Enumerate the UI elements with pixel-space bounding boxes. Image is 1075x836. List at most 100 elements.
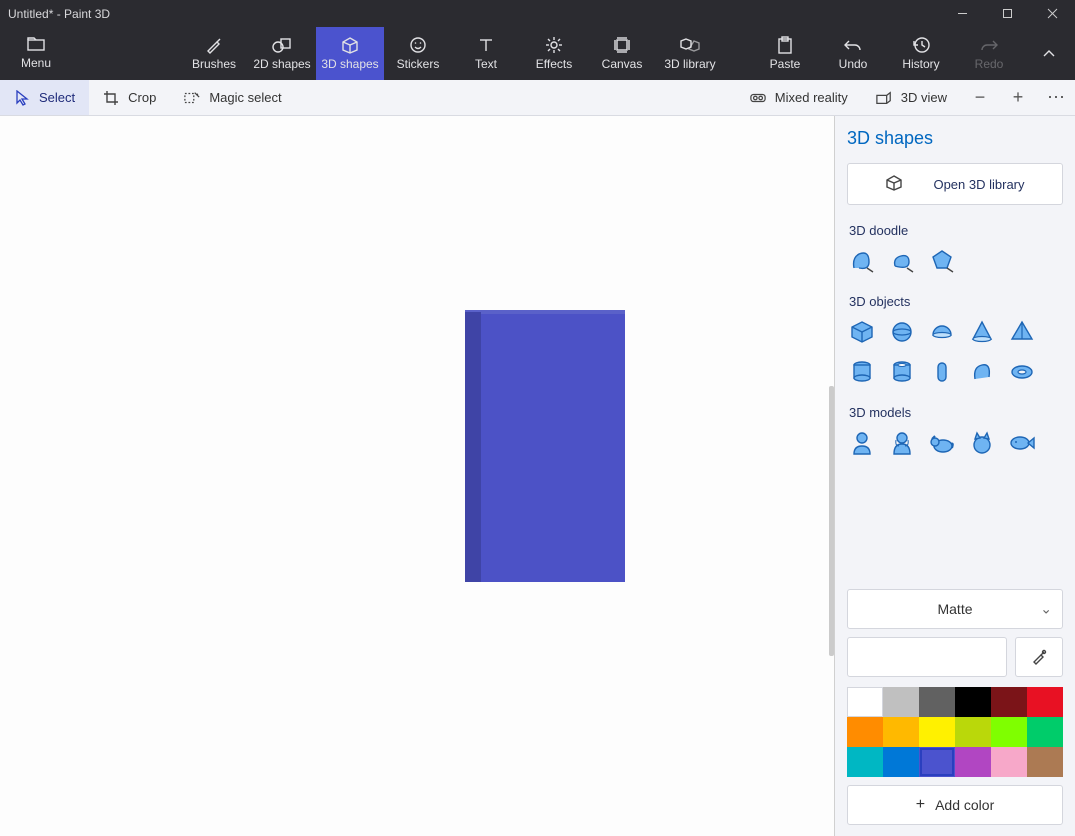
ribbon-tab-effects[interactable]: Effects — [520, 27, 588, 80]
ribbon-tab-text[interactable]: Text — [452, 27, 520, 80]
zoom-in-button[interactable]: + — [999, 80, 1037, 115]
3d-models-grid — [847, 428, 1063, 458]
stickers-icon — [409, 36, 427, 54]
object-hemisphere-button[interactable] — [927, 317, 957, 347]
model-fish-button[interactable] — [1007, 428, 1037, 458]
undo-icon — [843, 36, 863, 54]
section-title-3d-objects: 3D objects — [849, 294, 1063, 309]
title-bar: Untitled* - Paint 3D — [0, 0, 1075, 27]
object-sphere-button[interactable] — [887, 317, 917, 347]
ribbon-label: Stickers — [397, 57, 440, 71]
shapes-2d-icon — [272, 36, 292, 54]
color-swatch[interactable] — [1027, 687, 1063, 717]
3d-view-icon — [876, 90, 892, 106]
doodle-tube-button[interactable] — [927, 246, 957, 276]
ribbon-tab-3d-library[interactable]: 3D library — [656, 27, 724, 80]
plus-icon: + — [916, 796, 925, 814]
3d-view-button[interactable]: 3D view — [862, 80, 961, 115]
window-title: Untitled* - Paint 3D — [8, 7, 110, 21]
eyedropper-button[interactable] — [1015, 637, 1063, 677]
ribbon-collapse-button[interactable] — [1023, 27, 1075, 80]
magic-select-button[interactable]: Magic select — [170, 80, 295, 115]
color-swatch[interactable] — [919, 747, 955, 777]
open-3d-library-button[interactable]: Open 3D library — [847, 163, 1063, 205]
add-color-label: Add color — [935, 797, 994, 813]
ribbon-history-button[interactable]: History — [887, 27, 955, 80]
3d-doodle-grid — [847, 246, 1063, 276]
ribbon-undo-button[interactable]: Undo — [819, 27, 887, 80]
color-swatch[interactable] — [847, 747, 883, 777]
menu-button[interactable]: Menu — [0, 27, 72, 80]
more-options-button[interactable]: ⋯ — [1037, 80, 1075, 115]
window-controls — [940, 0, 1075, 27]
ribbon-tab-stickers[interactable]: Stickers — [384, 27, 452, 80]
ribbon-tab-canvas[interactable]: Canvas — [588, 27, 656, 80]
brush-icon — [205, 36, 223, 54]
text-icon — [477, 36, 495, 54]
current-color-row — [847, 637, 1063, 677]
object-cone-button[interactable] — [967, 317, 997, 347]
window-close-button[interactable] — [1030, 0, 1075, 27]
model-man-button[interactable] — [847, 428, 877, 458]
ribbon-paste-button[interactable]: Paste — [751, 27, 819, 80]
color-swatch[interactable] — [883, 717, 919, 747]
side-panel: 3D shapes Open 3D library 3D doodle 3D o… — [835, 116, 1075, 836]
ribbon-redo-button[interactable]: Redo — [955, 27, 1023, 80]
canvas[interactable] — [0, 116, 835, 836]
crop-tool-button[interactable]: Crop — [89, 80, 170, 115]
color-swatch[interactable] — [955, 687, 991, 717]
color-swatch[interactable] — [919, 717, 955, 747]
section-title-3d-doodle: 3D doodle — [849, 223, 1063, 238]
color-swatch[interactable] — [955, 747, 991, 777]
ribbon-label: Undo — [839, 57, 868, 71]
color-swatch[interactable] — [847, 717, 883, 747]
ribbon-tab-brushes[interactable]: Brushes — [180, 27, 248, 80]
ribbon-label: History — [902, 57, 939, 71]
model-dog-button[interactable] — [927, 428, 957, 458]
model-cat-button[interactable] — [967, 428, 997, 458]
ribbon-label: Brushes — [192, 57, 236, 71]
color-swatch[interactable] — [847, 687, 883, 717]
canvas-scrollbar[interactable] — [829, 386, 834, 656]
3d-view-label: 3D view — [901, 90, 947, 105]
canvas-3d-cube-shape[interactable] — [465, 310, 625, 582]
object-cube-button[interactable] — [847, 317, 877, 347]
paste-icon — [777, 36, 793, 54]
color-swatch[interactable] — [991, 747, 1027, 777]
history-icon — [912, 36, 930, 54]
object-capsule-button[interactable] — [927, 357, 957, 387]
ribbon: Menu Brushes 2D shapes 3D shapes Sticker — [0, 27, 1075, 80]
window-maximize-button[interactable] — [985, 0, 1030, 27]
color-swatch[interactable] — [955, 717, 991, 747]
ribbon-label: 2D shapes — [253, 57, 310, 71]
ribbon-label: 3D shapes — [321, 57, 378, 71]
magic-select-icon — [184, 90, 200, 106]
object-cylinder-button[interactable] — [847, 357, 877, 387]
object-curved-cylinder-button[interactable] — [967, 357, 997, 387]
magic-select-label: Magic select — [209, 90, 281, 105]
current-color-swatch[interactable] — [847, 637, 1007, 677]
color-swatch[interactable] — [919, 687, 955, 717]
zoom-out-button[interactable]: − — [961, 80, 999, 115]
color-swatch[interactable] — [991, 687, 1027, 717]
model-woman-button[interactable] — [887, 428, 917, 458]
ribbon-tab-2d-shapes[interactable]: 2D shapes — [248, 27, 316, 80]
window-minimize-button[interactable] — [940, 0, 985, 27]
color-swatch[interactable] — [1027, 717, 1063, 747]
add-color-button[interactable]: + Add color — [847, 785, 1063, 825]
ribbon-tab-3d-shapes[interactable]: 3D shapes — [316, 27, 384, 80]
doodle-sharp-edge-button[interactable] — [847, 246, 877, 276]
object-pyramid-button[interactable] — [1007, 317, 1037, 347]
color-swatch[interactable] — [883, 687, 919, 717]
color-swatch[interactable] — [991, 717, 1027, 747]
material-dropdown[interactable]: Matte ⌄ — [847, 589, 1063, 629]
library-3d-icon — [680, 36, 700, 54]
doodle-soft-edge-button[interactable] — [887, 246, 917, 276]
object-torus-button[interactable] — [1007, 357, 1037, 387]
object-tube-button[interactable] — [887, 357, 917, 387]
select-tool-button[interactable]: Select — [0, 80, 89, 115]
mixed-reality-button[interactable]: Mixed reality — [736, 80, 862, 115]
color-swatch[interactable] — [1027, 747, 1063, 777]
effects-icon — [545, 36, 563, 54]
color-swatch[interactable] — [883, 747, 919, 777]
